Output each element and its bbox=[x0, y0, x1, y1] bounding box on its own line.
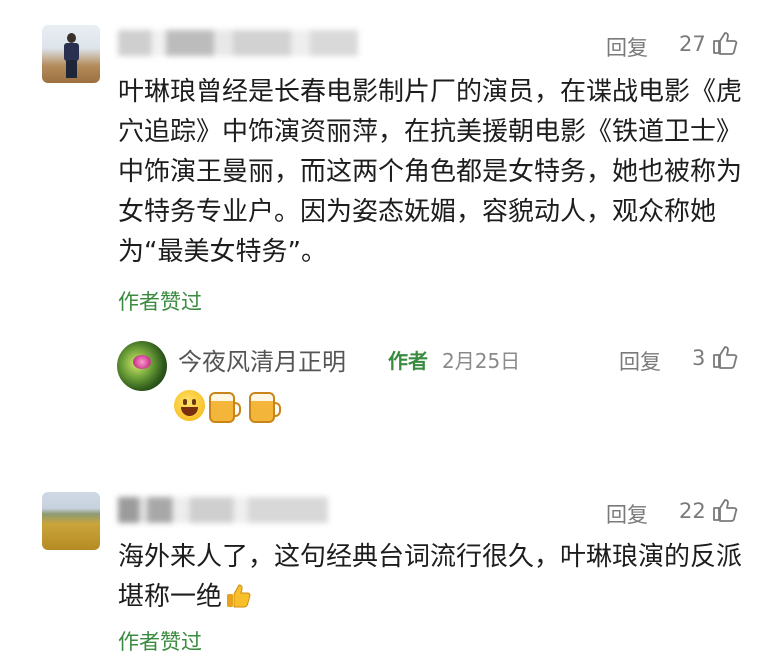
comment-text-body: 海外来人了，这句经典台词流行很久，叶琳琅演的反派堪称一绝 bbox=[118, 542, 743, 612]
reply-emojis bbox=[174, 390, 281, 424]
commenter-avatar[interactable] bbox=[42, 492, 100, 550]
author-liked-label: 作者赞过 bbox=[118, 630, 202, 654]
thumbs-up-emoji-icon bbox=[227, 584, 251, 608]
thumbs-up-icon[interactable] bbox=[712, 498, 738, 522]
beer-mug-icon bbox=[209, 392, 241, 423]
thumbs-up-icon[interactable] bbox=[712, 345, 738, 369]
comment-text: 叶琳琅曾经是长春电影制片厂的演员，在谍战电影《虎穴追踪》中饰演资丽萍，在抗美援朝… bbox=[118, 77, 743, 267]
like-count: 3 bbox=[692, 346, 706, 370]
reply-button[interactable]: 回复 bbox=[606, 32, 648, 62]
reply-button[interactable]: 回复 bbox=[619, 346, 661, 376]
like-count: 22 bbox=[679, 499, 706, 523]
reply-button[interactable]: 回复 bbox=[606, 499, 648, 529]
reply-username[interactable]: 今夜风清月正明 bbox=[178, 342, 346, 377]
author-tag: 作者 bbox=[388, 349, 428, 373]
beer-mug-icon bbox=[249, 392, 281, 423]
comment-text: 海外来人了，这句经典台词流行很久，叶琳琅演的反派堪称一绝 bbox=[118, 537, 743, 617]
author-liked-label: 作者赞过 bbox=[118, 290, 202, 314]
thumbs-up-icon[interactable] bbox=[712, 31, 738, 55]
grinning-face-icon bbox=[174, 390, 205, 421]
reply-date: 2月25日 bbox=[442, 349, 521, 373]
like-count: 27 bbox=[679, 32, 706, 56]
blurred-username bbox=[118, 30, 358, 56]
replier-avatar[interactable] bbox=[117, 341, 167, 391]
commenter-avatar[interactable] bbox=[42, 25, 100, 83]
blurred-username bbox=[118, 497, 328, 523]
